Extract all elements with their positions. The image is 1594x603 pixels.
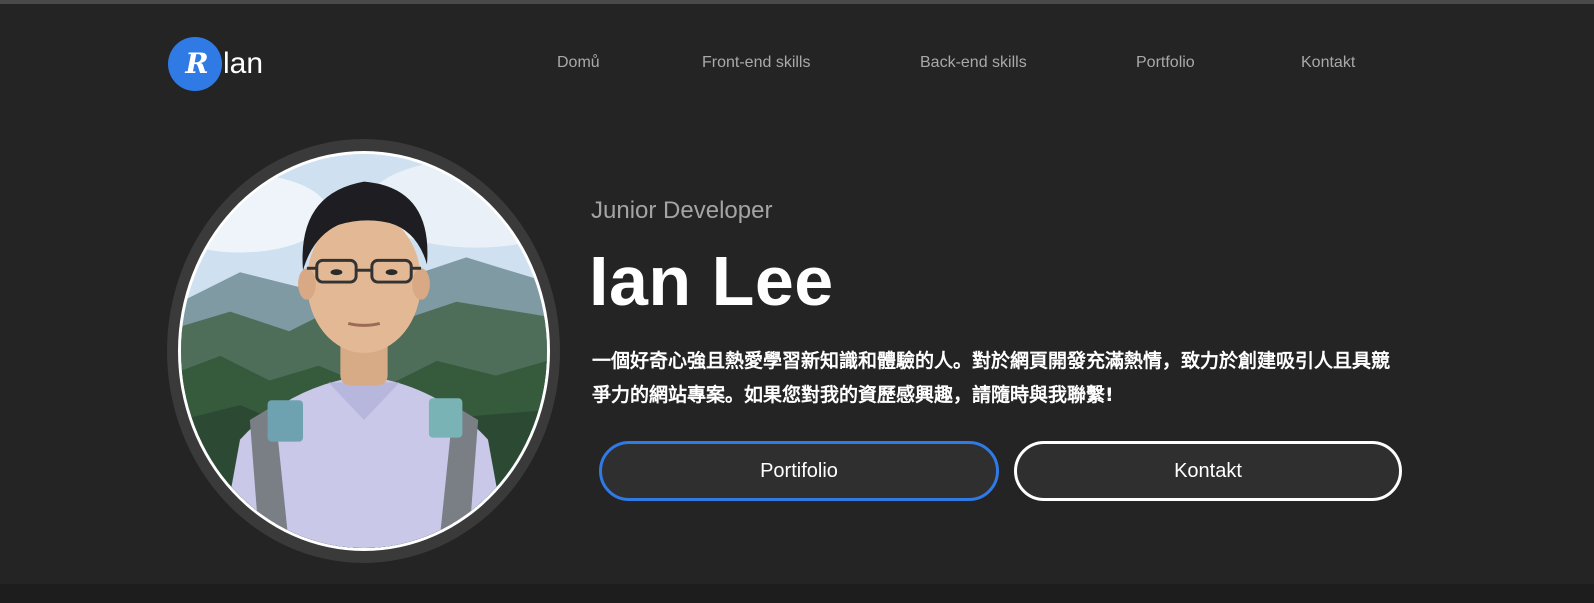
portrait-illustration xyxy=(181,154,547,548)
brand-logo-icon: R xyxy=(168,37,222,91)
hero-name-heading: Ian Lee xyxy=(589,242,834,320)
nav-link-portfolio[interactable]: Portfolio xyxy=(1136,54,1195,72)
nav-link-front-end-skills[interactable]: Front-end skills xyxy=(702,54,810,72)
navbar: R lan Domů Front-end skills Back-end ski… xyxy=(0,4,1594,119)
nav-link-domu[interactable]: Domů xyxy=(557,54,600,72)
brand-name: lan xyxy=(223,47,264,80)
kontakt-button[interactable]: Kontakt xyxy=(1014,441,1402,501)
hero-subtitle: Junior Developer xyxy=(591,197,773,224)
nav-link-back-end-skills[interactable]: Back-end skills xyxy=(920,54,1027,72)
page-bottom-band xyxy=(0,584,1594,603)
kontakt-button-label: Kontakt xyxy=(1174,459,1242,482)
brand-logo-link[interactable]: R lan xyxy=(168,36,263,92)
hero-bio-text: 一個好奇心強且熱愛學習新知識和體驗的人。對於網頁開發充滿熱情，致力於創建吸引人且… xyxy=(592,350,1391,406)
nav-link-kontakt[interactable]: Kontakt xyxy=(1301,54,1355,72)
portfolio-button-label: Portifolio xyxy=(760,459,838,482)
portfolio-button[interactable]: Portifolio xyxy=(599,441,999,501)
page: R lan Domů Front-end skills Back-end ski… xyxy=(0,4,1594,584)
avatar-photo xyxy=(178,151,550,551)
